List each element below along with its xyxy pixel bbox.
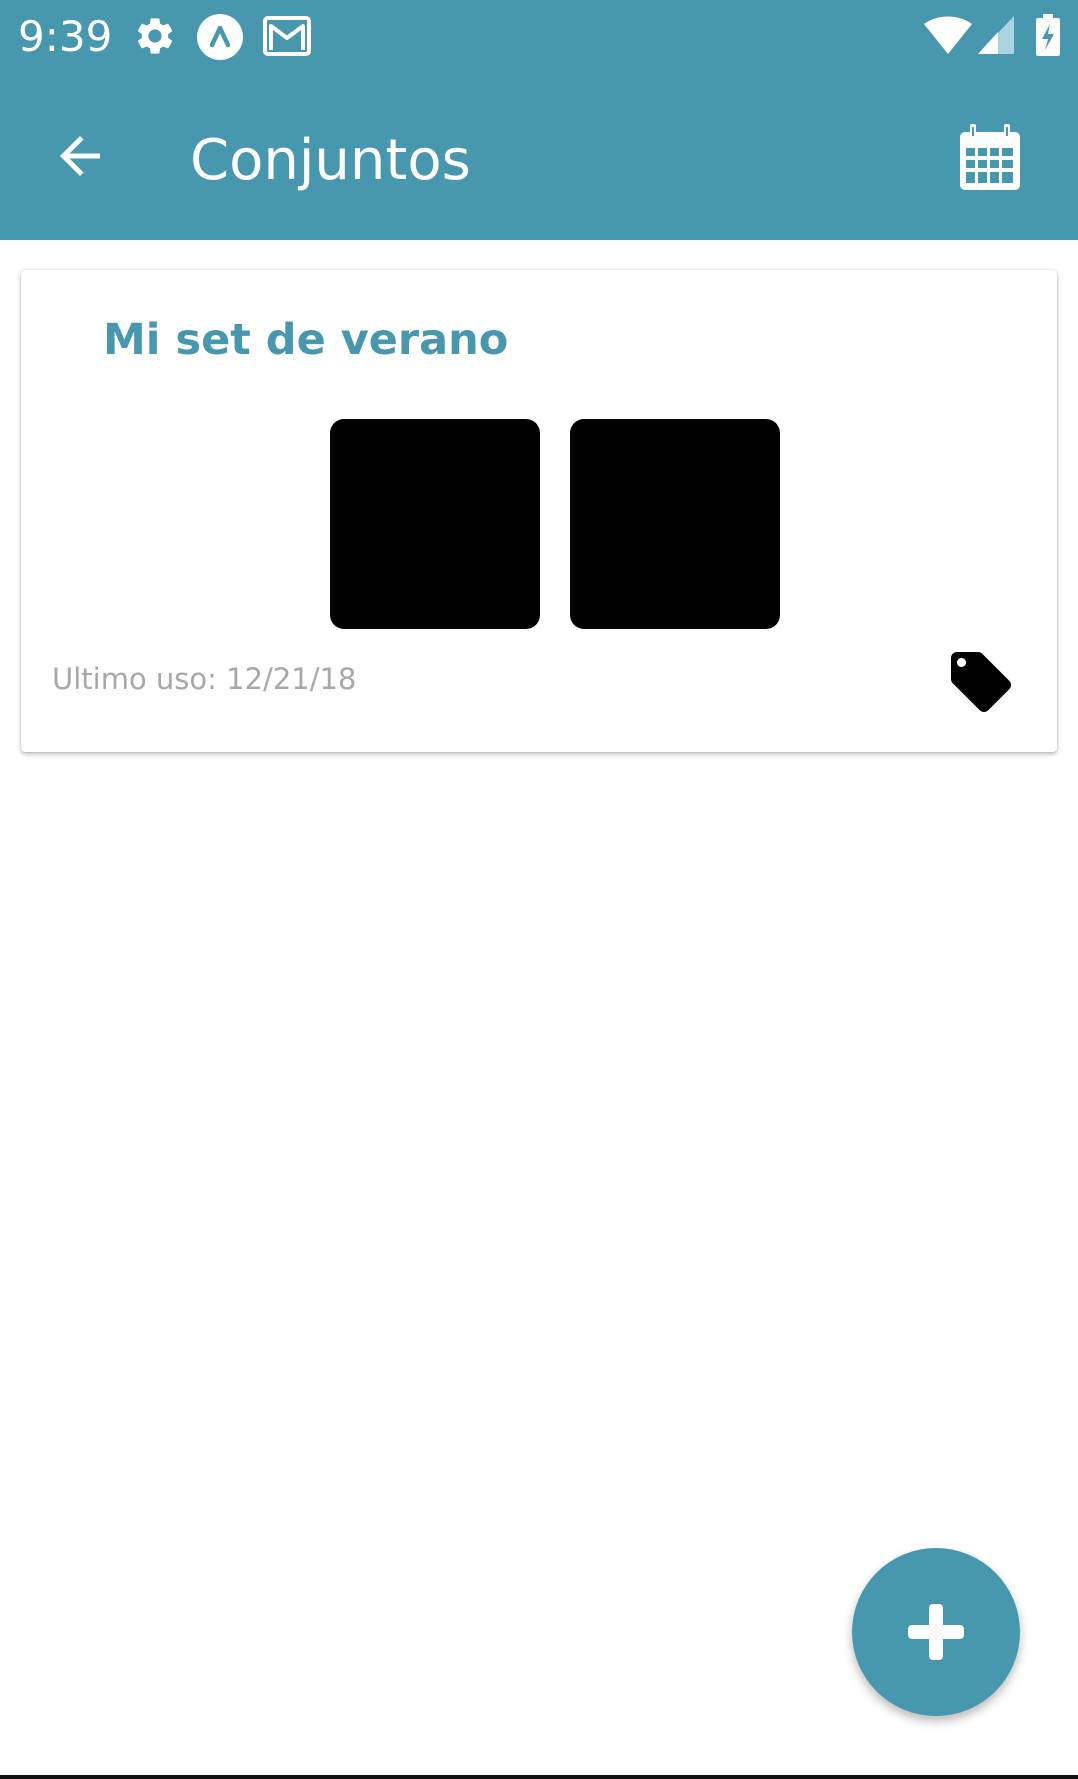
- status-time: 9:39: [18, 12, 113, 61]
- app-bar: 9:39 Conjuntos: [0, 0, 1078, 240]
- set-title: Mi set de verano: [103, 315, 509, 365]
- tag-button[interactable]: [943, 644, 1023, 724]
- set-card[interactable]: Mi set de verano Ultimo uso: 12/21/18: [21, 270, 1057, 752]
- calendar-button[interactable]: [950, 120, 1030, 200]
- toolbar: Conjuntos: [0, 76, 1078, 240]
- settings-icon: [133, 14, 177, 63]
- last-used-text: Ultimo uso: 12/21/18: [52, 662, 357, 696]
- set-item-thumbnail: [570, 419, 780, 629]
- app-notification-icon: [197, 14, 243, 65]
- navigation-bar-edge: [0, 1775, 1078, 1779]
- gmail-icon: [263, 16, 311, 61]
- add-set-button[interactable]: [852, 1548, 1020, 1716]
- cell-signal-icon: [978, 16, 1014, 59]
- page-title: Conjuntos: [190, 128, 471, 193]
- wifi-icon: [924, 16, 972, 59]
- back-button[interactable]: [36, 116, 126, 196]
- set-item-thumbnail: [330, 419, 540, 629]
- status-bar: 9:39: [0, 0, 1078, 76]
- battery-charging-icon: [1036, 14, 1060, 61]
